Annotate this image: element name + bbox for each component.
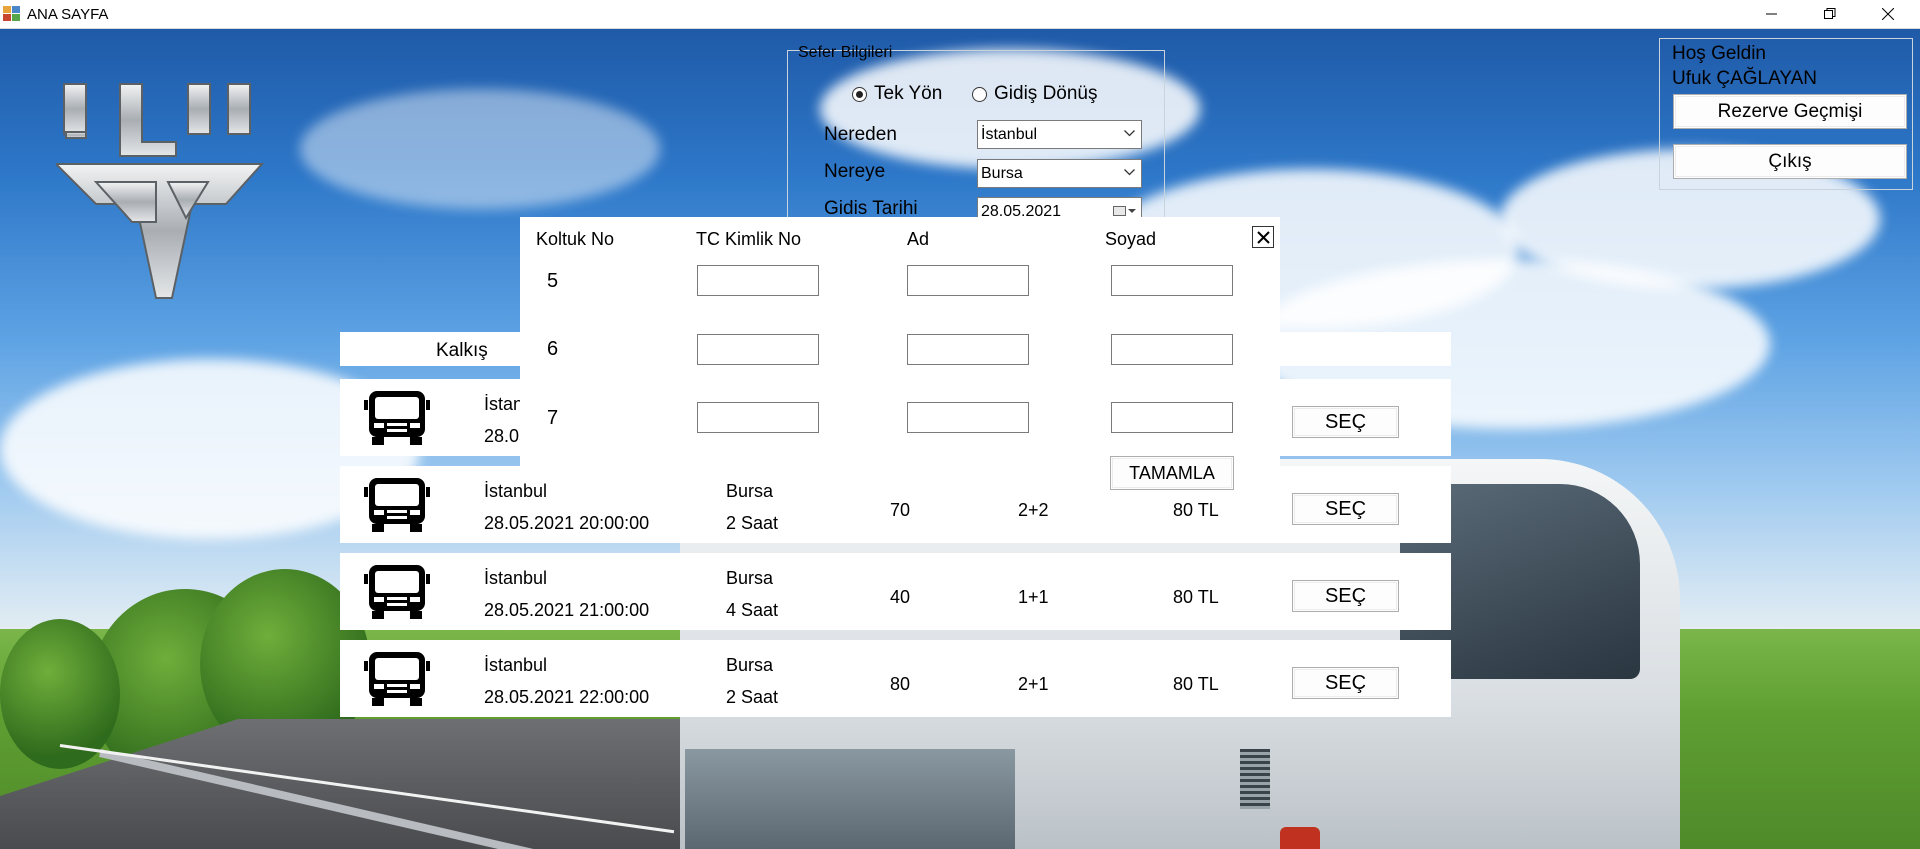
seat-number: 6 (547, 338, 559, 360)
row-datetime: 28.05.2021 21:00:00 (484, 600, 650, 620)
row-to: Bursa (726, 568, 774, 588)
welcome-text: Hoş Geldin Ufuk ÇAĞLAYAN (1672, 41, 1817, 91)
logout-button[interactable]: Çıkış (1673, 144, 1907, 179)
row-from: İstanbul (484, 568, 548, 588)
minimize-button[interactable] (1743, 0, 1801, 29)
select-trip-button[interactable]: SEÇ (1292, 493, 1399, 525)
row-datetime: 28.05.2021 20:00:00 (484, 513, 650, 533)
seat-number: 7 (547, 407, 559, 429)
chevron-down-icon (1124, 130, 1135, 137)
title-bar: ANA SAYFA (0, 0, 1920, 29)
trip-row: İstanbul 28.05.2021 22:00:00 Bursa 2 Saa… (340, 640, 1451, 717)
minimize-icon (1766, 13, 1777, 15)
column-seat-no: Koltuk No (536, 229, 615, 249)
header-kalkis: Kalkış (436, 340, 488, 361)
to-select-value: Bursa (981, 165, 1023, 182)
radio-round-trip-label: Gidiş Dönüş (994, 83, 1098, 104)
row-price: 80 TL (1173, 587, 1219, 607)
window-title: ANA SAYFA (27, 6, 109, 23)
first-name-input[interactable] (907, 265, 1029, 296)
row-duration: 2 Saat (726, 687, 779, 707)
first-name-input[interactable] (907, 334, 1029, 365)
row-from: İstanbul (484, 655, 548, 675)
row-layout: 1+1 (1018, 587, 1049, 607)
close-icon (1257, 231, 1270, 244)
column-last-name: Soyad (1105, 229, 1157, 249)
select-trip-button[interactable]: SEÇ (1292, 580, 1399, 612)
row-seats: 70 (890, 500, 911, 520)
passenger-form-popup: Koltuk No TC Kimlik No Ad Soyad 5 6 7 (520, 217, 1280, 467)
row-from: İstanbul (484, 481, 548, 501)
company-logo (56, 83, 265, 299)
first-name-input[interactable] (907, 402, 1029, 433)
restore-button[interactable] (1801, 0, 1859, 29)
tc-no-input[interactable] (697, 265, 819, 296)
bus-icon (364, 391, 430, 445)
close-icon (1882, 8, 1894, 20)
tc-no-input[interactable] (697, 334, 819, 365)
row-datetime: 28.05.2021 22:00:00 (484, 687, 650, 707)
greeting-label: Hoş Geldin (1672, 43, 1766, 64)
row-duration: 4 Saat (726, 600, 779, 620)
row-layout: 2+1 (1018, 674, 1049, 694)
column-tc-no: TC Kimlik No (696, 229, 802, 249)
trip-row: İstanbul 28.05.2021 21:00:00 Bursa 4 Saa… (340, 553, 1451, 630)
bus-icon (364, 478, 430, 532)
row-seats: 40 (890, 587, 911, 607)
complete-button[interactable]: TAMAMLA (1110, 456, 1234, 490)
radio-unselected-icon (972, 86, 987, 102)
row-price: 80 TL (1173, 674, 1219, 694)
chevron-down-icon (1124, 169, 1135, 176)
tc-no-input[interactable] (697, 402, 819, 433)
row-price: 80 TL (1173, 500, 1219, 520)
from-select[interactable]: İstanbul (977, 120, 1142, 149)
radio-selected-icon (852, 86, 867, 102)
popup-close-button[interactable] (1252, 226, 1274, 248)
radio-one-way[interactable]: Tek Yön (852, 83, 942, 105)
last-name-input[interactable] (1111, 334, 1233, 365)
to-select[interactable]: Bursa (977, 159, 1142, 188)
row-layout: 2+2 (1018, 500, 1049, 520)
row-to: Bursa (726, 481, 774, 501)
last-name-input[interactable] (1111, 402, 1233, 433)
user-name-label: Ufuk ÇAĞLAYAN (1672, 68, 1818, 89)
bus-icon (364, 565, 430, 619)
close-window-button[interactable] (1859, 0, 1917, 29)
restore-icon (1824, 8, 1836, 19)
bus-icon (364, 652, 430, 706)
row-to: Bursa (726, 655, 774, 675)
select-trip-button[interactable]: SEÇ (1292, 406, 1399, 438)
trip-row: İstanbul 28.05.2021 20:00:00 Bursa 2 Saa… (340, 466, 1451, 543)
column-first-name: Ad (907, 229, 930, 249)
trip-info-title: Sefer Bilgileri (798, 44, 893, 61)
app-icon (3, 6, 20, 21)
select-trip-button[interactable]: SEÇ (1292, 667, 1399, 699)
seat-number: 5 (547, 270, 559, 292)
radio-round-trip[interactable]: Gidiş Dönüş (972, 83, 1098, 105)
row-seats: 80 (890, 674, 911, 694)
from-label: Nereden (824, 124, 897, 145)
from-select-value: İstanbul (981, 126, 1038, 143)
radio-one-way-label: Tek Yön (874, 83, 943, 104)
to-label: Nereye (824, 161, 886, 182)
calendar-icon (1113, 206, 1136, 216)
reservation-history-button[interactable]: Rezerve Geçmişi (1673, 94, 1907, 129)
row-duration: 2 Saat (726, 513, 779, 533)
last-name-input[interactable] (1111, 265, 1233, 296)
